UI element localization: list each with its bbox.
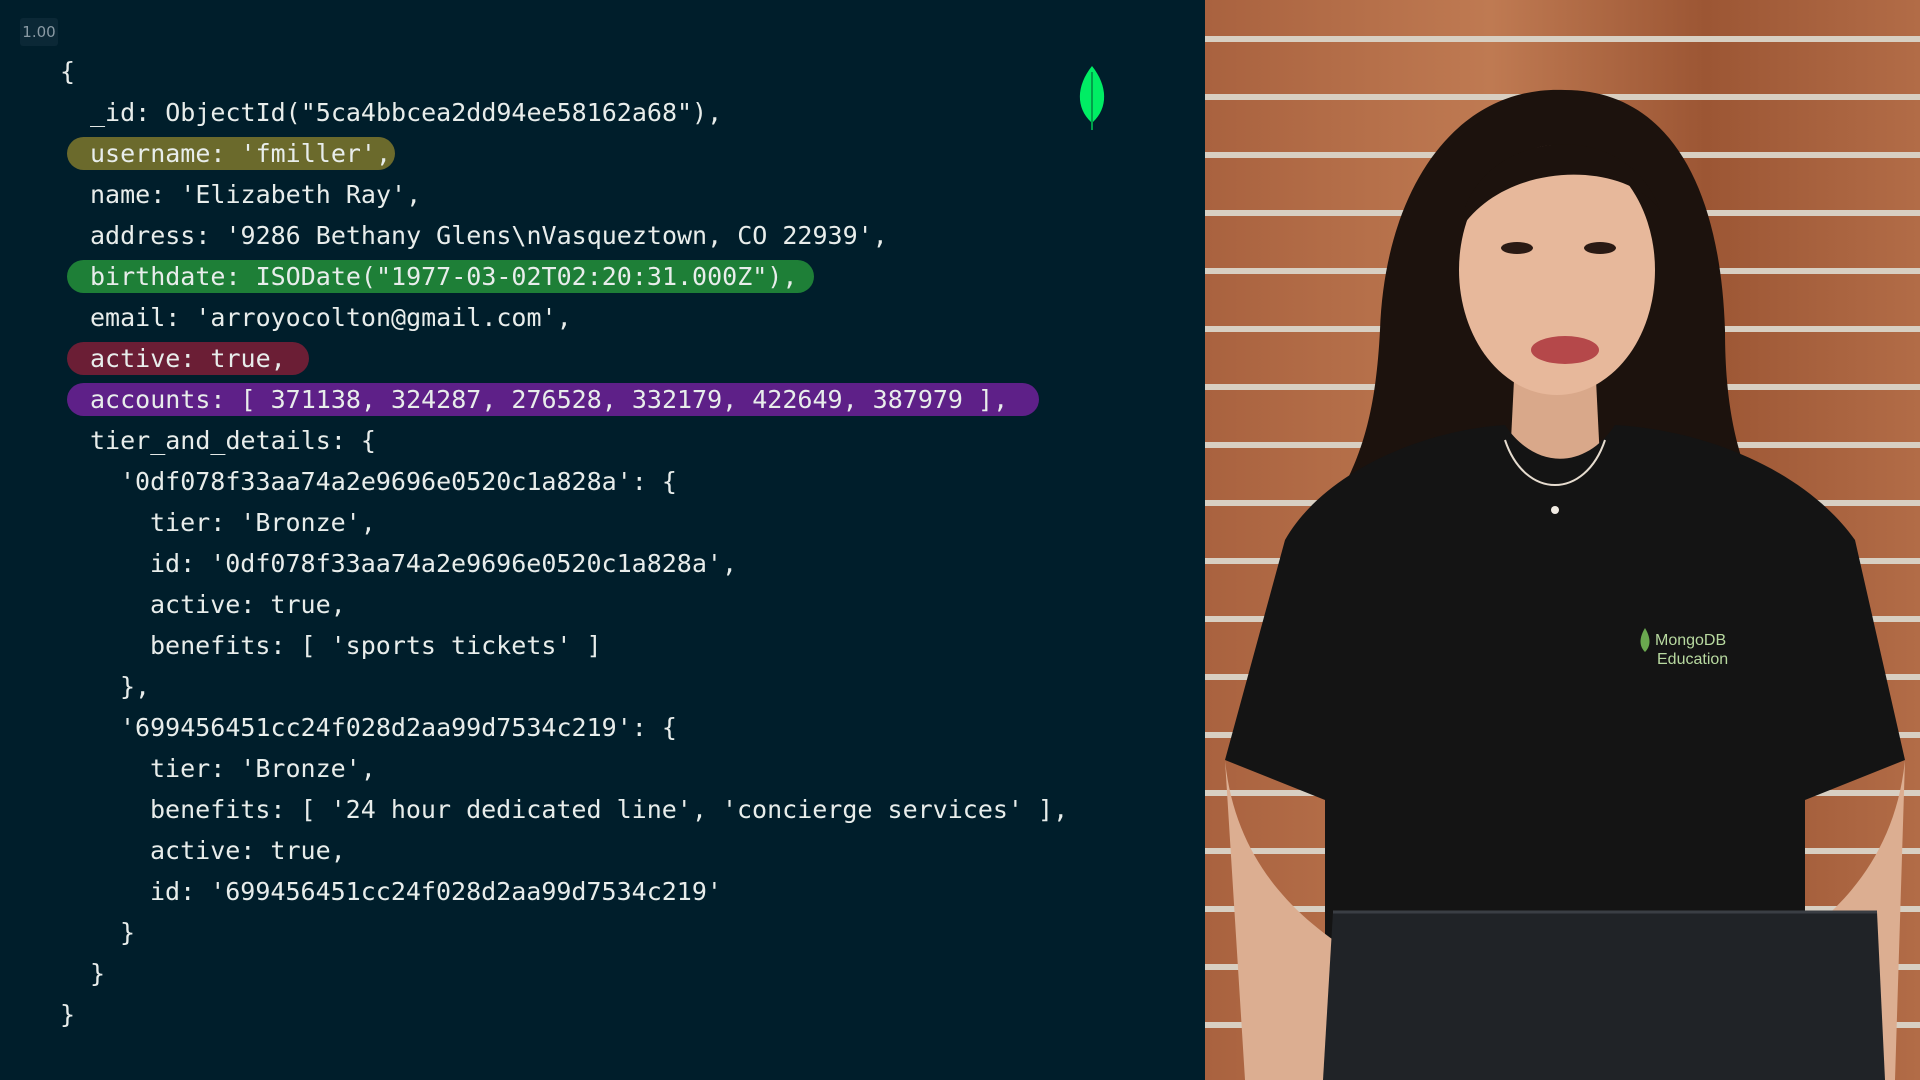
instructor-figure: MongoDB Education: [1225, 89, 1905, 1080]
code-line-text: },: [120, 672, 151, 701]
code-line-text: _id: ObjectId("5ca4bbcea2dd94ee58162a68"…: [90, 98, 723, 127]
playback-speed-badge[interactable]: 1.00: [20, 18, 58, 46]
code-line: username: 'fmiller',: [0, 133, 1068, 174]
code-line-text: username: 'fmiller',: [90, 139, 392, 168]
code-line-text: }: [90, 959, 106, 988]
code-line: }: [0, 994, 1068, 1035]
code-line-text: id: '699456451cc24f028d2aa99d7534c219': [150, 877, 722, 906]
code-line-text: tier: 'Bronze',: [150, 754, 376, 783]
code-line: birthdate: ISODate("1977-03-02T02:20:31.…: [0, 256, 1068, 297]
code-line-text: birthdate: ISODate("1977-03-02T02:20:31.…: [90, 262, 798, 291]
code-line-text: id: '0df078f33aa74a2e9696e0520c1a828a',: [150, 549, 737, 578]
code-line-text: {: [60, 57, 76, 86]
code-line: tier: 'Bronze',: [0, 502, 1068, 543]
shirt-logo-line2: Education: [1657, 651, 1728, 668]
code-line: active: true,: [0, 338, 1068, 379]
code-line-text: active: true,: [150, 590, 346, 619]
code-line-text: }: [120, 918, 136, 947]
code-line: email: 'arroyocolton@gmail.com',: [0, 297, 1068, 338]
mongodb-leaf-icon: [1079, 66, 1105, 130]
code-line: }: [0, 953, 1068, 994]
code-panel: 1.00 { _id: ObjectId("5ca4bbcea2dd94ee581…: [0, 0, 1205, 1080]
code-line: tier_and_details: {: [0, 420, 1068, 461]
code-line-text: benefits: [ '24 hour dedicated line', 'c…: [150, 795, 1069, 824]
code-line: id: '699456451cc24f028d2aa99d7534c219': [0, 871, 1068, 912]
code-line: active: true,: [0, 584, 1068, 625]
code-line: accounts: [ 371138, 324287, 276528, 3321…: [0, 379, 1068, 420]
document-code-block: { _id: ObjectId("5ca4bbcea2dd94ee58162a68…: [0, 51, 1068, 1035]
code-line: },: [0, 666, 1068, 707]
code-line: benefits: [ '24 hour dedicated line', 'c…: [0, 789, 1068, 830]
code-line: _id: ObjectId("5ca4bbcea2dd94ee58162a68"…: [0, 92, 1068, 133]
code-line-text: '699456451cc24f028d2aa99d7534c219': {: [120, 713, 677, 742]
code-line-text: name: 'Elizabeth Ray',: [90, 180, 422, 209]
code-line: '0df078f33aa74a2e9696e0520c1a828a': {: [0, 461, 1068, 502]
code-line: }: [0, 912, 1068, 953]
code-line-text: tier: 'Bronze',: [150, 508, 376, 537]
code-line-text: '0df078f33aa74a2e9696e0520c1a828a': {: [120, 467, 677, 496]
code-line: active: true,: [0, 830, 1068, 871]
instructor-video: MongoDB Education: [1205, 0, 1920, 1080]
code-line-text: }: [60, 1000, 76, 1029]
code-line: {: [0, 51, 1068, 92]
code-line-text: benefits: [ 'sports tickets' ]: [150, 631, 602, 660]
code-line: name: 'Elizabeth Ray',: [0, 174, 1068, 215]
code-line-text: address: '9286 Bethany Glens\nVasqueztow…: [90, 221, 888, 250]
shirt-logo-line1: MongoDB: [1655, 632, 1726, 649]
code-line: address: '9286 Bethany Glens\nVasqueztow…: [0, 215, 1068, 256]
code-line-text: active: true,: [150, 836, 346, 865]
code-line-text: tier_and_details: {: [90, 426, 376, 455]
code-line: benefits: [ 'sports tickets' ]: [0, 625, 1068, 666]
code-line: id: '0df078f33aa74a2e9696e0520c1a828a',: [0, 543, 1068, 584]
code-line-text: active: true,: [90, 344, 286, 373]
code-line: tier: 'Bronze',: [0, 748, 1068, 789]
code-line: '699456451cc24f028d2aa99d7534c219': {: [0, 707, 1068, 748]
code-line-text: email: 'arroyocolton@gmail.com',: [90, 303, 572, 332]
code-line-text: accounts: [ 371138, 324287, 276528, 3321…: [90, 385, 1009, 414]
